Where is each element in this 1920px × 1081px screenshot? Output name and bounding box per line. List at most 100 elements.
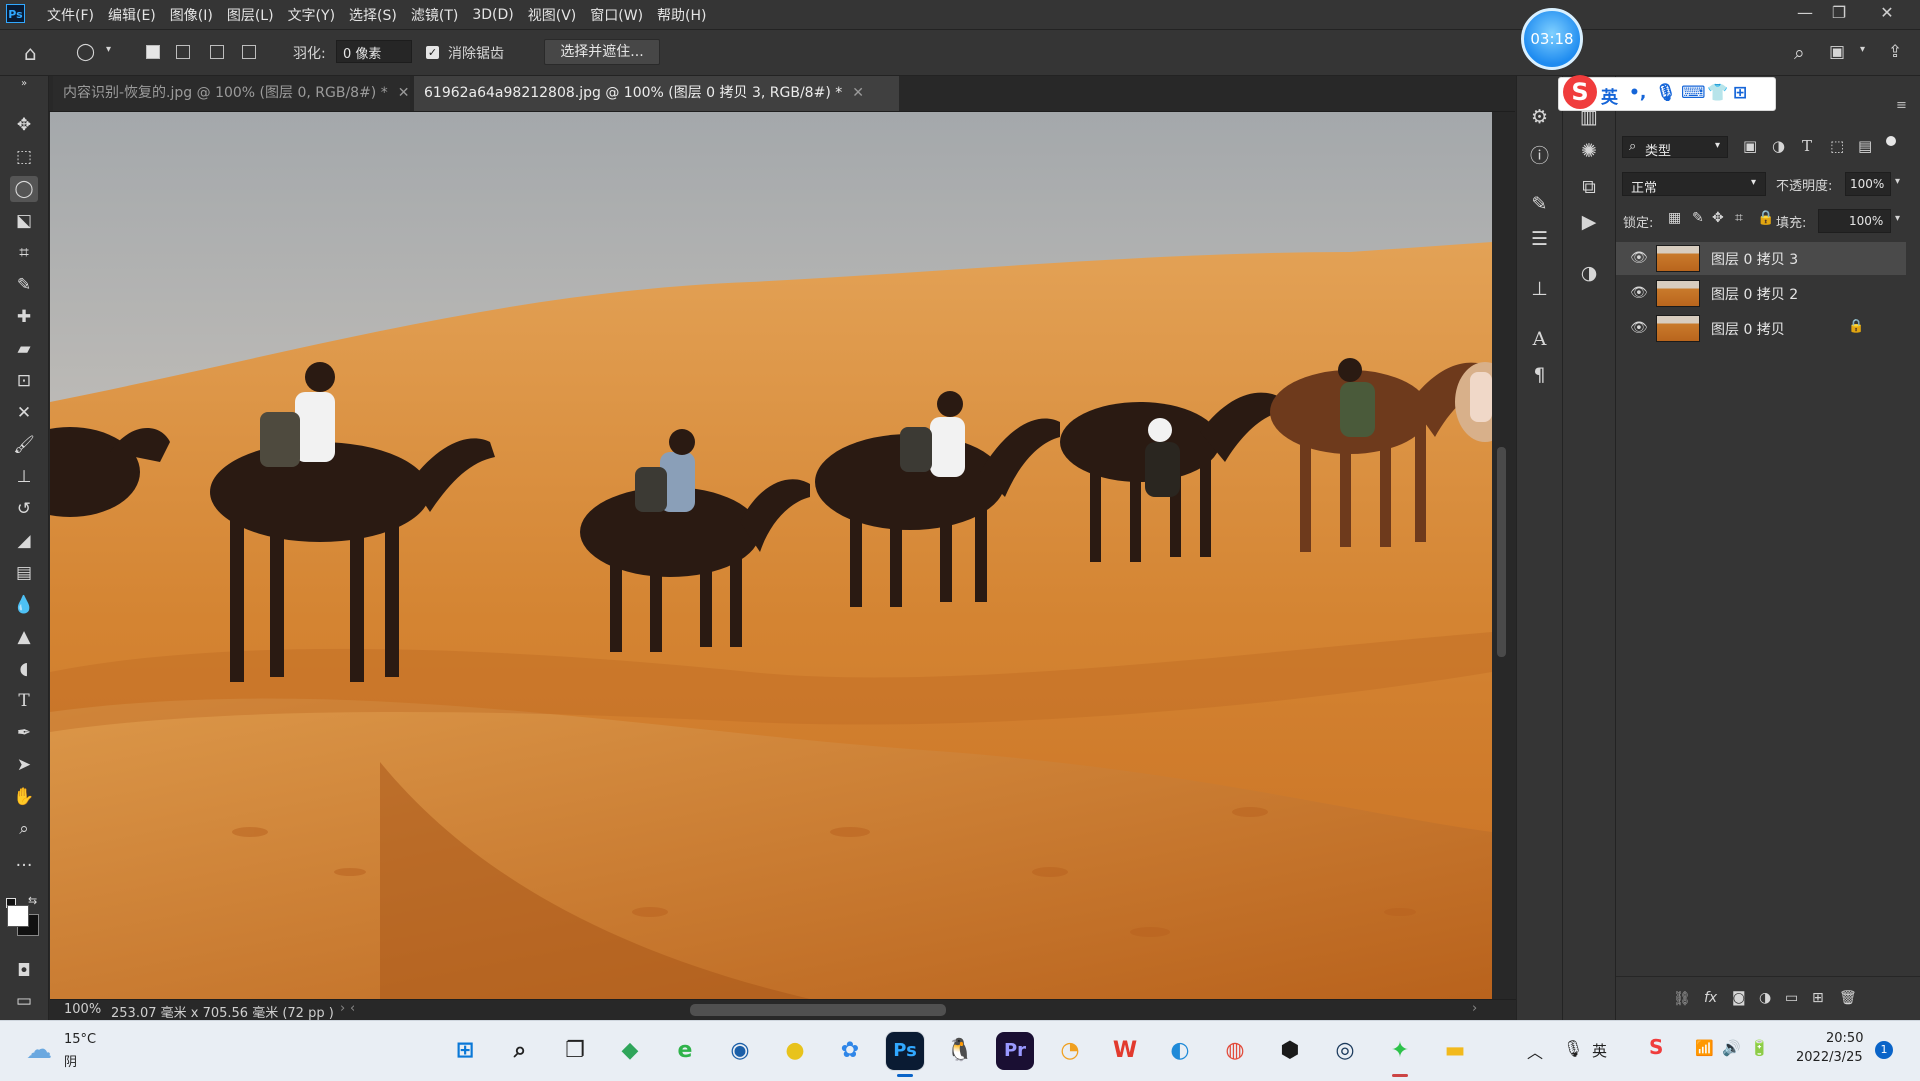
ime-tray-language[interactable]: 英 [1592,1040,1607,1061]
dodge-tool-icon[interactable]: ◖ [10,656,38,682]
sogou-tray-icon[interactable]: S [1649,1035,1663,1059]
task-view-icon[interactable]: ❐ [556,1032,594,1070]
scroll-left-icon[interactable]: ‹ [350,1001,355,1016]
wifi-icon[interactable]: 📶 [1695,1039,1714,1057]
foreground-color-swatch[interactable] [7,905,29,927]
paragraph-icon[interactable]: ¶ [1517,364,1562,386]
brush-settings-icon[interactable]: ✎ [1517,193,1562,215]
keyboard-icon[interactable]: ⌨ [1681,83,1706,103]
search-icon[interactable]: ⌕ [1794,42,1805,64]
punctuation-icon[interactable]: •, [1629,83,1646,103]
lock-image-icon[interactable]: ✎ [1692,210,1704,226]
fill-input[interactable]: 100% [1818,209,1891,233]
lock-artboard-icon[interactable]: ⌗ [1735,210,1743,226]
hand-tool-icon[interactable]: ✋ [10,784,38,810]
spot-healing-tool-icon[interactable]: ✚ [10,304,38,330]
collapse-icon[interactable]: » [10,78,38,90]
sharpen-tool-icon[interactable]: ▲ [10,624,38,650]
clone-stamp-tool-icon[interactable]: ⊥ [10,464,38,490]
new-selection-icon[interactable] [146,45,160,59]
history-brush-tool-icon[interactable]: ↺ [10,496,38,522]
add-mask-icon[interactable]: ◙ [1732,990,1746,1006]
character-icon[interactable]: A [1517,328,1562,350]
brush-tool-icon[interactable]: 🖌 [10,432,38,458]
layer-row[interactable]: 👁 图层 0 拷贝 2 [1616,277,1906,310]
app-baidu-netdisk-icon[interactable]: ✿ [831,1032,869,1070]
link-layers-icon[interactable]: ⛓ [1673,991,1691,1007]
weather-desc[interactable]: 阴 [64,1051,77,1070]
battery-icon[interactable]: 🔋 [1750,1039,1769,1057]
healing-brush-icon[interactable]: ▰ [10,336,38,362]
chevron-down-icon[interactable]: ▾ [1895,213,1900,224]
antialias-checkbox[interactable]: ✓ [426,46,439,59]
marquee-tool-icon[interactable]: ⬚ [10,144,38,170]
menu-view[interactable]: 视图(V) [521,5,584,25]
filter-pixel-icon[interactable]: ▣ [1743,137,1757,155]
volume-icon[interactable]: 🔊 [1722,1039,1741,1057]
steam-icon[interactable]: ◎ [1326,1032,1364,1070]
menu-type[interactable]: 文字(Y) [281,5,342,25]
select-and-mask-button[interactable]: 选择并遮住... [544,39,660,65]
filter-type-icon[interactable]: T [1802,137,1812,155]
zoom-level[interactable]: 100% [64,1002,101,1017]
panel-menu-icon[interactable]: ≡ [1896,98,1907,113]
blend-mode-dropdown[interactable]: 正常 ▾ [1622,172,1766,196]
scroll-thumb[interactable] [1497,447,1506,657]
new-adjustment-layer-icon[interactable]: ◑ [1759,990,1771,1006]
lock-position-icon[interactable]: ✥ [1712,210,1724,226]
feather-input[interactable]: 0 像素 [336,40,412,63]
close-icon[interactable]: ✕ [398,85,410,101]
chevron-down-icon[interactable]: ▾ [106,44,111,55]
app-360-browser-icon[interactable]: e [666,1032,704,1070]
quick-mask-icon[interactable]: ◘ [10,958,38,984]
tab-document-1[interactable]: 内容识别-恢复的.jpg @ 100% (图层 0, RGB/8#) * ✕ [53,76,410,111]
navigator-icon[interactable]: ✺ [1563,140,1615,162]
file-explorer-icon[interactable]: ▬ [1436,1032,1474,1070]
menu-3d[interactable]: 3D(D) [465,7,520,23]
premiere-icon[interactable]: Pr [996,1032,1034,1070]
screen-mode-icon[interactable]: ▭ [10,988,38,1014]
microphone-icon[interactable]: 🎙 [1655,83,1677,103]
notification-badge[interactable]: 1 [1875,1041,1893,1059]
layer-row[interactable]: 👁 图层 0 拷贝 🔒 [1616,312,1906,345]
info-icon[interactable]: ⓘ [1517,141,1562,168]
screen-recorder-timer[interactable]: 03:18 [1521,8,1583,70]
restore-icon[interactable]: ❐ [1820,0,1858,26]
microphone-icon[interactable]: 🎙 [1563,1039,1583,1058]
visibility-eye-icon[interactable]: 👁 [1630,250,1648,266]
chevron-up-icon[interactable]: ︿ [1527,1039,1543,1063]
edge-icon[interactable]: ◐ [1161,1032,1199,1070]
filter-smart-object-icon[interactable]: ▤ [1858,137,1872,155]
status-menu-icon[interactable]: › [340,1001,345,1016]
lasso-tool-icon[interactable]: ◯ [10,176,38,202]
content-aware-move-icon[interactable]: ✕ [10,400,38,426]
share-icon[interactable]: ⇪ [1888,42,1902,62]
delete-layer-icon[interactable]: 🗑 [1839,990,1857,1006]
app-yellow-icon[interactable]: ● [776,1032,814,1070]
clone-source-icon[interactable]: ⊥ [1517,278,1562,300]
gradient-tool-icon[interactable]: ▤ [10,560,38,586]
menu-select[interactable]: 选择(S) [342,5,404,25]
qq-icon[interactable]: 🐧 [941,1032,979,1070]
patch-tool-icon[interactable]: ⊡ [10,368,38,394]
more-tools-icon[interactable]: … [10,848,38,874]
move-tool-icon[interactable]: ✥ [10,112,38,138]
lock-transparent-icon[interactable]: ▦ [1668,210,1681,226]
pen-tool-icon[interactable]: ✒ [10,720,38,746]
wechat-icon[interactable]: ✦ [1381,1032,1419,1070]
app-shield-icon[interactable]: ⬢ [1271,1032,1309,1070]
layer-row[interactable]: 👁 图层 0 拷贝 3 [1616,242,1906,275]
visibility-eye-icon[interactable]: 👁 [1630,285,1648,301]
lock-all-icon[interactable]: 🔒 [1757,210,1774,226]
filter-toggle-icon[interactable] [1886,136,1896,146]
weather-temp[interactable]: 15°C [64,1032,96,1047]
document-canvas[interactable] [50,112,1492,999]
subtract-from-selection-icon[interactable] [210,45,224,59]
adjustments-icon[interactable]: ☰ [1517,228,1562,250]
clock-time[interactable]: 20:50 [1826,1031,1863,1046]
fx-icon[interactable]: fx [1704,990,1717,1006]
new-group-icon[interactable]: ▭ [1785,990,1798,1006]
add-to-selection-icon[interactable] [176,45,190,59]
chevron-down-icon[interactable]: ▾ [1860,44,1865,55]
visibility-eye-icon[interactable]: 👁 [1630,320,1648,336]
